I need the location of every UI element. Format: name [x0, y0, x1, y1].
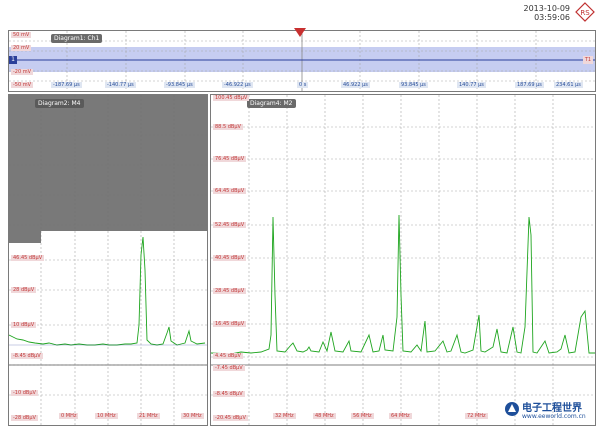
logo-text: RS [580, 9, 590, 17]
diagram4-ylabel-5: 40.45 dBµV [213, 255, 247, 261]
diagram4-ylabel-11: -20.45 dBµV [213, 415, 248, 421]
diagram4-ylabel-10: -8.45 dBµV [213, 391, 245, 397]
diagram2-ylabel-5: -28 dBµV [11, 415, 38, 421]
diagram4-ylabel-9: -7.45 dBµV [213, 365, 245, 371]
diagram4-ylabel-3: 64.45 dBµV [213, 188, 247, 194]
diagram1-xlabel-2: -93.845 µs [164, 82, 195, 88]
diagram4-ylabel-6: 28.45 dBµV [213, 288, 247, 294]
diagram2-ylabel-0: 46.45 dBµV [11, 255, 45, 261]
diagram1-ylabel-2: -20 mV [11, 69, 34, 75]
diagram4-xlabel-2: 56 MHz [351, 413, 374, 419]
diagram1-channel-marker[interactable]: 1 [9, 56, 17, 64]
diagram4-ylabel-8: 4.45 dBµV [213, 353, 243, 359]
diagram1-ylabel-3: -50 mV [11, 82, 34, 88]
timestamp-date: 2013-10-09 [523, 4, 571, 13]
watermark-url: www.eeworld.com.cn [522, 413, 586, 420]
diagram4-ylabel-7: 16.45 dBµV [213, 321, 247, 327]
diagram1-xlabel-9: 234.61 µs [554, 82, 583, 88]
diagram2-ylabel-4: -10 dBµV [11, 390, 38, 396]
diagram1-xlabel-6: 93.845 µs [399, 82, 428, 88]
diagram2-ylabel-2: 10 dBµV [11, 322, 37, 328]
diagram4-xlabel-3: 64 MHz [389, 413, 412, 419]
logo-diamond-icon: RS [575, 2, 595, 22]
diagram1-xlabel-0: -187.69 µs [51, 82, 82, 88]
diagram1-panel[interactable]: Diagram1: Ch1 50 mV 20 mV -20 mV -50 mV … [8, 30, 596, 92]
diagram4-trace [211, 214, 595, 355]
rohde-schwarz-logo: RS [575, 2, 595, 22]
diagram4-canvas [211, 95, 595, 425]
diagram2-xlabel-0: 0 MHz [59, 413, 79, 419]
diagram2-xlabel-1: 10 MHz [95, 413, 118, 419]
watermark: 电子工程世界 www.eeworld.com.cn [504, 397, 594, 427]
diagram1-xlabel-1: -140.77 µs [105, 82, 136, 88]
diagram4-grid [211, 95, 595, 425]
diagram4-xlabel-0: 32 MHz [273, 413, 296, 419]
diagram4-ylabel-1: 88.5 dBµV [213, 124, 243, 130]
diagram1-ref-marker[interactable]: T1 [583, 56, 593, 64]
diagram1-title[interactable]: Diagram1: Ch1 [51, 34, 103, 43]
watermark-cn: 电子工程世界 [522, 403, 582, 414]
watermark-logo-icon [505, 402, 519, 416]
diagram1-xlabel-7: 140.77 µs [457, 82, 486, 88]
diagram4-xlabel-4: 72 MHz [465, 413, 488, 419]
diagram1-xlabel-8: 187.69 µs [515, 82, 544, 88]
diagram4-title[interactable]: Diagram4: M2 [247, 99, 296, 108]
diagram4-ylabel-2: 76.45 dBµV [213, 156, 247, 162]
diagram4-ylabel-0: 100.45 dBµV [213, 95, 250, 101]
trigger-marker-icon[interactable] [294, 28, 306, 38]
diagram2-panel[interactable]: Diagram2: M4 46.45 dBµV 28 dBµV 10 dBµV … [8, 94, 208, 426]
diagram4-panel[interactable]: Diagram4: M2 100.45 dBµV 88.5 dBµV 76.45… [210, 94, 596, 426]
diagram2-overlay [9, 95, 207, 231]
timestamp-time: 03:59:06 [534, 13, 570, 22]
diagram1-xlabel-4: 0 s [297, 82, 309, 88]
diagram2-overlay-tab [9, 231, 41, 243]
diagram2-xlabel-2: 21 MHz [137, 413, 160, 419]
diagram4-ylabel-4: 52.45 dBµV [213, 222, 247, 228]
diagram2-xlabel-3: 30 MHz [181, 413, 204, 419]
diagram1-ylabel-1: 20 mV [11, 45, 32, 51]
diagram1-xlabel-5: 46.922 µs [341, 82, 370, 88]
diagram2-ylabel-1: 28 dBµV [11, 287, 37, 293]
diagram2-trace [9, 236, 206, 346]
diagram1-xlabel-3: -46.922 µs [222, 82, 253, 88]
diagram2-ylabel-3: -8.45 dBµV [11, 353, 43, 359]
diagram1-ylabel-0: 50 mV [11, 32, 32, 38]
diagram2-title[interactable]: Diagram2: M4 [35, 99, 84, 108]
timestamp: 2013-10-09 03:59:06 [500, 4, 571, 22]
diagram4-xlabel-1: 48 MHz [313, 413, 336, 419]
